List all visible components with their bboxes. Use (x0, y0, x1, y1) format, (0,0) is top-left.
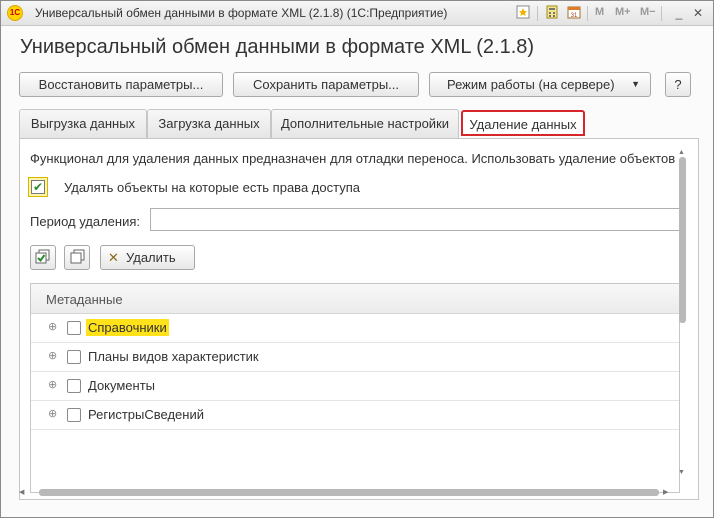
row-checkbox[interactable] (67, 350, 81, 364)
delete-with-access-checkbox[interactable]: ✔ (28, 177, 48, 197)
chevron-down-icon: ▼ (631, 79, 640, 89)
tab-additional-settings[interactable]: Дополнительные настройки (271, 109, 459, 138)
memory-m-button[interactable]: M (595, 6, 604, 18)
help-button[interactable]: ? (665, 72, 691, 97)
uncheck-all-icon (70, 249, 85, 264)
row-label: Документы (88, 378, 156, 393)
delete-x-icon: ✕ (108, 250, 119, 265)
app-logo-icon[interactable]: 1С (7, 5, 23, 21)
scroll-right-arrow-icon[interactable]: ▶ (663, 488, 668, 496)
tree-header-label: Метаданные (46, 292, 123, 307)
svg-text:31: 31 (571, 13, 578, 19)
metadata-tree: Метаданные ⊕ Справочники ⊕ Планы видов х… (30, 283, 680, 493)
description-text: Функционал для удаления данных предназна… (30, 151, 676, 166)
tab-export[interactable]: Выгрузка данных (19, 109, 147, 138)
calendar-icon[interactable]: 31 (565, 5, 583, 22)
delete-button[interactable]: ✕ Удалить (100, 245, 195, 270)
page-title: Универсальный обмен данными в формате XM… (20, 36, 535, 58)
scroll-down-arrow-icon[interactable]: ▼ (678, 469, 685, 476)
bookmark-icon[interactable] (514, 5, 532, 22)
expand-icon[interactable]: ⊕ (48, 349, 57, 362)
tab-import[interactable]: Загрузка данных (147, 109, 271, 138)
row-label: Планы видов характеристик (88, 349, 259, 364)
expand-icon[interactable]: ⊕ (48, 407, 57, 420)
toolbar-separator (587, 6, 588, 21)
tree-row-characteristic-plans[interactable]: ⊕ Планы видов характеристик (31, 343, 679, 372)
row-checkbox[interactable] (67, 379, 81, 393)
delete-with-access-label[interactable]: Удалять объекты на которые есть права до… (64, 180, 360, 195)
toolbar-separator (537, 6, 538, 21)
period-input[interactable] (150, 208, 680, 231)
uncheck-all-button[interactable] (64, 245, 90, 270)
tree-column-header[interactable]: Метаданные (31, 284, 679, 314)
row-checkbox[interactable] (67, 408, 81, 422)
check-mark-icon: ✔ (31, 180, 45, 194)
expand-icon[interactable]: ⊕ (48, 320, 57, 333)
main-window: 1С Универсальный обмен данными в формате… (0, 0, 714, 518)
close-icon[interactable]: ✕ (689, 5, 707, 22)
horizontal-scrollbar[interactable]: ◀ ▶ (19, 486, 669, 498)
expand-icon[interactable]: ⊕ (48, 378, 57, 391)
row-checkbox[interactable] (67, 321, 81, 335)
memory-plus-button[interactable]: M+ (615, 6, 631, 18)
save-params-button[interactable]: Сохранить параметры... (233, 72, 419, 97)
vertical-scroll-thumb[interactable] (679, 157, 686, 323)
check-all-button[interactable] (30, 245, 56, 270)
toolbar-separator (661, 6, 662, 21)
tree-row-catalogs[interactable]: ⊕ Справочники (31, 314, 679, 343)
vertical-scrollbar[interactable]: ▲ ▼ (676, 149, 688, 487)
tree-row-documents[interactable]: ⊕ Документы (31, 372, 679, 401)
mode-dropdown-button[interactable]: Режим работы (на сервере) ▼ (429, 72, 651, 97)
delete-data-panel: Функционал для удаления данных предназна… (19, 138, 699, 500)
delete-button-label: Удалить (126, 250, 176, 265)
title-bar: 1С Универсальный обмен данными в формате… (1, 1, 713, 26)
check-all-icon (35, 249, 50, 264)
horizontal-scroll-thumb[interactable] (39, 489, 659, 496)
scroll-left-arrow-icon[interactable]: ◀ (19, 488, 24, 496)
memory-minus-button[interactable]: M− (640, 6, 656, 18)
row-label: РегистрыСведений (88, 407, 204, 422)
restore-params-button[interactable]: Восстановить параметры... (19, 72, 223, 97)
mode-dropdown-label: Режим работы (на сервере) (447, 77, 615, 92)
minimize-icon[interactable]: _ (670, 5, 688, 22)
window-title: Универсальный обмен данными в формате XM… (35, 6, 448, 20)
tab-delete-data[interactable]: Удаление данных (461, 110, 585, 136)
row-label: Справочники (86, 319, 169, 336)
tree-row-info-registers[interactable]: ⊕ РегистрыСведений (31, 401, 679, 430)
period-label: Период удаления: (30, 214, 140, 229)
scroll-up-arrow-icon[interactable]: ▲ (678, 149, 685, 156)
calculator-icon[interactable] (543, 5, 561, 22)
